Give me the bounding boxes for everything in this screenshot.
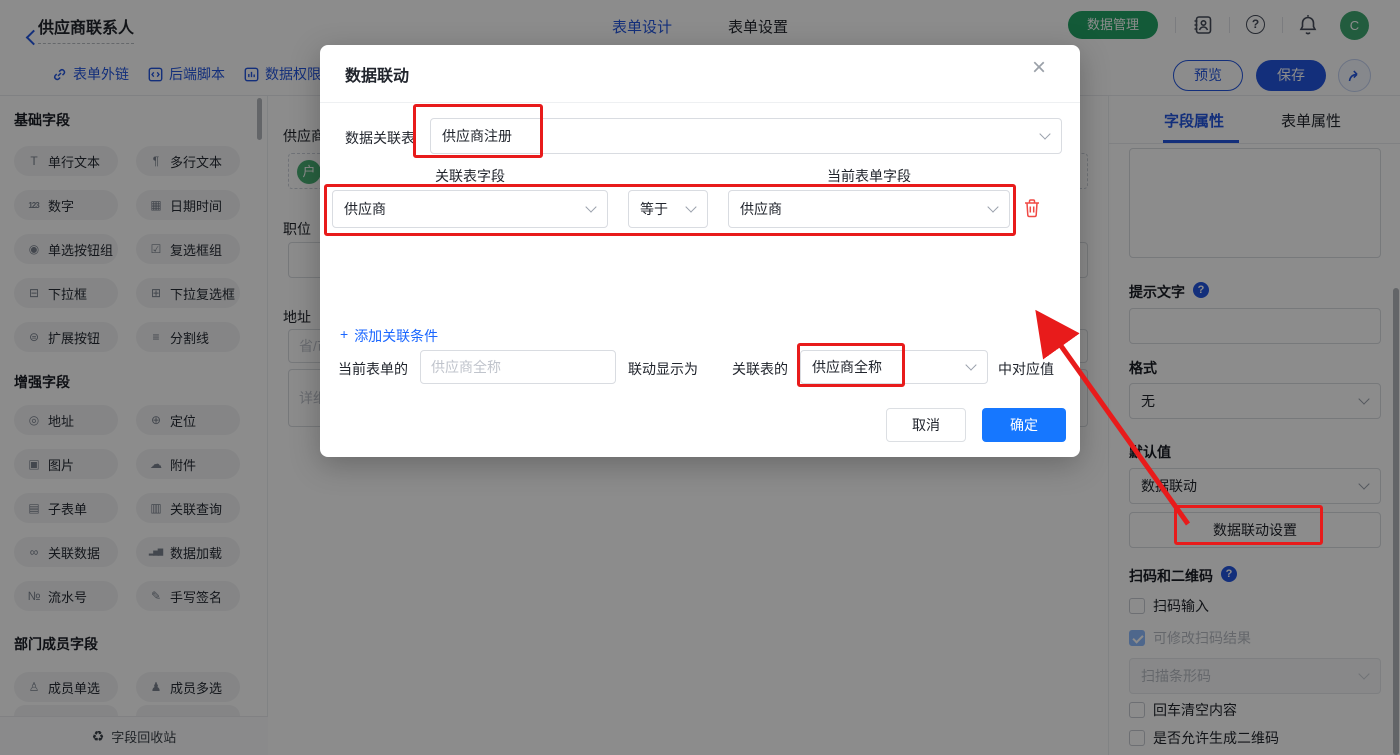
chevron-down-icon: [685, 201, 697, 213]
add-condition-link[interactable]: + 添加关联条件: [340, 326, 438, 346]
chevron-down-icon: [965, 359, 977, 371]
condition-relation-field-select[interactable]: 供应商: [332, 190, 608, 228]
chevron-down-icon: [585, 201, 597, 213]
relation-table-of-label: 关联表的: [732, 361, 788, 377]
condition-operator-select[interactable]: 等于: [628, 190, 708, 228]
plus-icon: +: [340, 326, 349, 342]
chevron-down-icon: [1039, 128, 1051, 140]
relation-table-select[interactable]: 供应商注册: [430, 118, 1062, 154]
relation-table-label: 数据关联表: [345, 130, 415, 146]
data-linkage-modal: 数据联动 × 数据关联表 供应商注册 关联表字段 当前表单字段 供应商 等于 供…: [320, 45, 1080, 457]
col-header-relation-field: 关联表字段: [435, 168, 505, 184]
chevron-down-icon: [987, 201, 999, 213]
linkage-target-input[interactable]: [420, 350, 616, 384]
current-form-prefix: 当前表单的: [338, 361, 408, 377]
linkage-source-select[interactable]: 供应商全称: [800, 350, 988, 384]
close-icon[interactable]: ×: [1032, 56, 1046, 80]
col-header-current-field: 当前表单字段: [827, 168, 911, 184]
modal-divider: [320, 102, 1080, 103]
app-window: 供应商联系人 表单设计 表单设置 数据管理 ? C 表单外链 后端脚本 数据权限…: [0, 0, 1400, 755]
linkage-display-label: 联动显示为: [628, 361, 698, 377]
modal-title: 数据联动: [345, 68, 410, 85]
cancel-button[interactable]: 取消: [886, 408, 966, 442]
trash-icon: [1025, 199, 1039, 218]
delete-condition-button[interactable]: [1023, 198, 1041, 218]
condition-current-field-select[interactable]: 供应商: [728, 190, 1010, 228]
confirm-button[interactable]: 确定: [982, 408, 1066, 442]
corresponding-value-label: 中对应值: [998, 361, 1054, 377]
